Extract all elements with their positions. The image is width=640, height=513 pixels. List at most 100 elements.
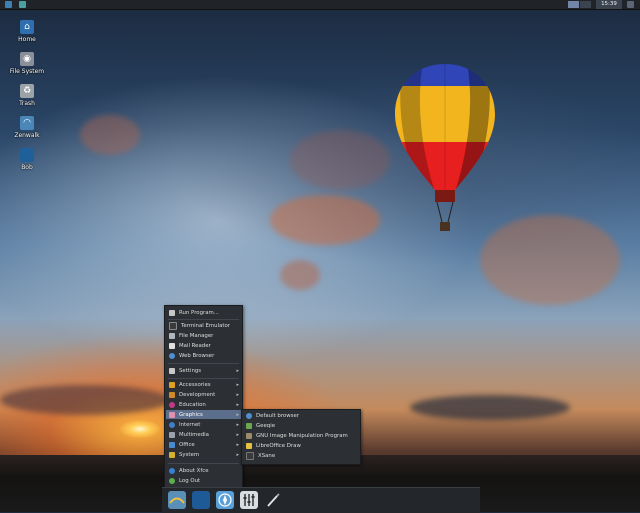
menu-item-label: Accessories: [179, 381, 211, 388]
show-desktop-icon[interactable]: [192, 491, 210, 509]
chevron-right-icon: ▸: [236, 431, 239, 438]
clock[interactable]: 15:39: [596, 0, 622, 9]
mail-icon: [169, 342, 175, 349]
desktop-icon-home[interactable]: ⌂ Home: [7, 20, 47, 43]
office-icon: [169, 441, 175, 448]
menu-item-graphics[interactable]: Graphics ▸: [166, 410, 241, 419]
menu-item-label: About Xfce: [179, 467, 209, 474]
desktop-icon-label: File System: [9, 68, 45, 75]
menu-separator: [168, 319, 239, 320]
libreoffice-draw-icon: [246, 442, 252, 449]
menu-item-label: Log Out: [179, 477, 201, 484]
menu-item-label: File Manager: [179, 332, 214, 339]
graphics-submenu: Default browser Geeqie GNU Image Manipul…: [241, 409, 361, 465]
bottom-dock: [162, 487, 480, 513]
menu-item-label: Multimedia: [179, 431, 209, 438]
file-manager-icon: [169, 332, 175, 339]
menu-item-label: Terminal Emulator: [181, 322, 230, 329]
menu-item-label: Default browser: [256, 412, 299, 419]
tray-icon[interactable]: [627, 1, 634, 8]
menu-item-accessories[interactable]: Accessories ▸: [166, 380, 241, 389]
multimedia-icon: [169, 431, 175, 438]
folder-icon: [20, 148, 34, 162]
menu-item-about-xfce[interactable]: About Xfce: [166, 466, 241, 475]
desktop-icon-file-system[interactable]: ◉ File System: [7, 52, 47, 75]
browser-icon: [246, 412, 252, 419]
menu-item-development[interactable]: Development ▸: [166, 390, 241, 399]
menu-item-label: System: [179, 451, 200, 458]
desktop-icon-label: Trash: [19, 100, 35, 107]
menu-item-label: Internet: [179, 421, 201, 428]
submenu-item-geeqie[interactable]: Geeqie: [243, 421, 359, 430]
zenwalk-menu-icon[interactable]: [168, 491, 186, 509]
trash-icon: ♻: [20, 84, 34, 98]
menu-item-label: LibreOffice Draw: [256, 442, 301, 449]
home-icon: ⌂: [20, 20, 34, 34]
run-icon: [169, 309, 175, 316]
submenu-item-libreoffice-draw[interactable]: LibreOffice Draw: [243, 441, 359, 450]
zenwalk-icon: ◠: [20, 116, 34, 130]
drive-icon: ◉: [20, 52, 34, 66]
menu-item-education[interactable]: Education ▸: [166, 400, 241, 409]
desktop-icon-bob[interactable]: Bob: [7, 148, 47, 171]
top-panel: 15:39: [0, 0, 640, 10]
chevron-right-icon: ▸: [236, 391, 239, 398]
chevron-right-icon: ▸: [236, 421, 239, 428]
applications-menu: Run Program... Terminal Emulator File Ma…: [164, 305, 243, 490]
submenu-item-gimp[interactable]: GNU Image Manipulation Program: [243, 431, 359, 440]
menu-item-label: Geeqie: [256, 422, 276, 429]
logout-icon: [169, 477, 175, 484]
menu-item-label: Mail Reader: [179, 342, 211, 349]
desktop-icon-zenwalk[interactable]: ◠ Zenwalk: [7, 116, 47, 139]
xsane-icon: [246, 451, 254, 460]
chevron-right-icon: ▸: [236, 411, 239, 418]
menu-separator: [168, 363, 239, 364]
chevron-right-icon: ▸: [236, 401, 239, 408]
menu-item-label: Office: [179, 441, 195, 448]
chevron-right-icon: ▸: [236, 441, 239, 448]
menu-item-log-out[interactable]: Log Out: [166, 476, 241, 485]
pen-icon[interactable]: [264, 491, 282, 509]
workspace-2-button[interactable]: [580, 1, 591, 8]
internet-icon: [169, 421, 175, 428]
compass-icon[interactable]: [216, 491, 234, 509]
launcher-icon[interactable]: [19, 1, 26, 8]
menu-item-mail-reader[interactable]: Mail Reader: [166, 341, 241, 350]
menu-item-office[interactable]: Office ▸: [166, 440, 241, 449]
education-icon: [169, 401, 175, 408]
menu-item-label: Web Browser: [179, 352, 215, 359]
chevron-right-icon: ▸: [236, 367, 239, 374]
menu-separator: [168, 378, 239, 379]
chevron-right-icon: ▸: [236, 451, 239, 458]
menu-item-label: Settings: [179, 367, 202, 374]
menu-item-file-manager[interactable]: File Manager: [166, 331, 241, 340]
menu-item-label: Education: [179, 401, 206, 408]
menu-item-run-program[interactable]: Run Program...: [166, 308, 241, 317]
development-icon: [169, 391, 175, 398]
terminal-icon: [169, 321, 177, 330]
equalizer-icon[interactable]: [240, 491, 258, 509]
desktop-icon-trash[interactable]: ♻ Trash: [7, 84, 47, 107]
settings-icon: [169, 367, 175, 374]
menu-item-internet[interactable]: Internet ▸: [166, 420, 241, 429]
menu-item-label: Run Program...: [179, 309, 219, 316]
web-browser-icon: [169, 352, 175, 359]
menu-item-terminal-emulator[interactable]: Terminal Emulator: [166, 321, 241, 330]
desktop-icon-label: Home: [18, 36, 36, 43]
submenu-item-default-browser[interactable]: Default browser: [243, 411, 359, 420]
menu-item-web-browser[interactable]: Web Browser: [166, 351, 241, 360]
menu-item-settings[interactable]: Settings ▸: [166, 366, 241, 375]
chevron-right-icon: ▸: [236, 381, 239, 388]
menu-item-label: XSane: [258, 452, 276, 459]
menu-separator: [168, 463, 239, 464]
hot-air-balloon-image: [395, 64, 495, 231]
workspace-1-button[interactable]: [568, 1, 579, 8]
menu-item-multimedia[interactable]: Multimedia ▸: [166, 430, 241, 439]
submenu-item-xsane[interactable]: XSane: [243, 451, 359, 460]
app-menu-icon[interactable]: [5, 1, 12, 8]
menu-item-system[interactable]: System ▸: [166, 450, 241, 459]
desktop-icon-label: Bob: [21, 164, 33, 171]
menu-item-label: GNU Image Manipulation Program: [256, 432, 348, 439]
menu-item-label: Graphics: [179, 411, 203, 418]
gimp-icon: [246, 432, 252, 439]
